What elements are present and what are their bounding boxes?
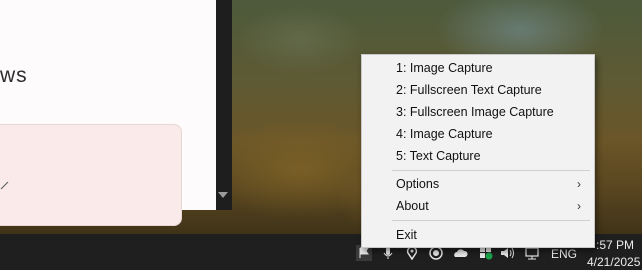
menu-item-label: 5: Text Capture: [396, 149, 481, 163]
menu-separator: [392, 220, 590, 221]
app-page-content: ws: [0, 0, 216, 226]
language-indicator[interactable]: ENG: [551, 247, 577, 261]
background-app-window[interactable]: ws: [0, 0, 232, 226]
menu-item-about[interactable]: About ›: [363, 195, 593, 217]
clock-time[interactable]: :57 PM: [596, 238, 634, 252]
tray-context-menu: 1: Image Capture 2: Fullscreen Text Capt…: [361, 54, 595, 248]
menu-separator: [392, 170, 590, 171]
clock-date[interactable]: 4/21/2025: [587, 255, 640, 269]
menu-item-fullscreen-text-capture[interactable]: 2: Fullscreen Text Capture: [363, 79, 593, 101]
menu-item-label: Exit: [396, 228, 417, 242]
menu-item-label: Options: [396, 177, 440, 191]
app-heading: ws: [0, 64, 28, 87]
menu-item-label: About: [396, 199, 429, 213]
menu-item-image-capture-1[interactable]: 1: Image Capture: [363, 57, 593, 79]
menu-item-exit[interactable]: Exit: [363, 224, 593, 246]
scroll-down-arrow-icon[interactable]: [218, 192, 228, 198]
menu-item-label: 3: Fullscreen Image Capture: [396, 105, 554, 119]
menu-item-text-capture[interactable]: 5: Text Capture: [363, 145, 593, 167]
menu-item-label: 1: Image Capture: [396, 61, 493, 75]
menu-item-options[interactable]: Options ›: [363, 173, 593, 195]
pen-icon: [0, 181, 9, 190]
menu-item-label: 2: Fullscreen Text Capture: [396, 83, 542, 97]
menu-item-image-capture-4[interactable]: 4: Image Capture: [363, 123, 593, 145]
app-card: [0, 124, 182, 226]
submenu-chevron-icon: ›: [577, 177, 581, 191]
menu-item-label: 4: Image Capture: [396, 127, 493, 141]
menu-item-fullscreen-image-capture[interactable]: 3: Fullscreen Image Capture: [363, 101, 593, 123]
submenu-chevron-icon: ›: [577, 199, 581, 213]
